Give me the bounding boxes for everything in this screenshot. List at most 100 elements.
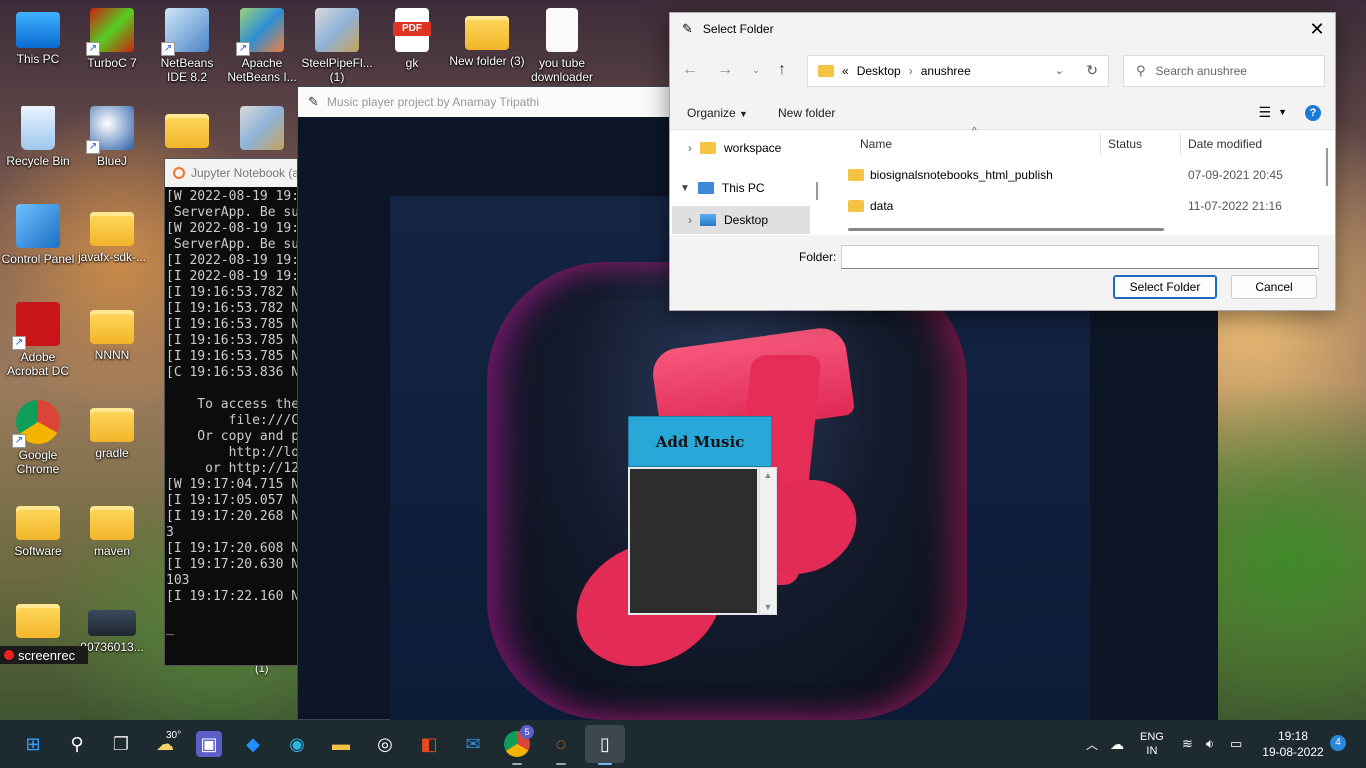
close-icon[interactable]: ✕ <box>1307 19 1327 39</box>
up-arrow-icon[interactable]: ↑ <box>778 61 786 79</box>
tray-overflow-chevron-icon[interactable]: ︿ <box>1086 720 1098 768</box>
new-folder-button[interactable]: New folder <box>778 106 835 120</box>
start-windows-icon[interactable]: ⊞ <box>20 731 46 757</box>
refresh-icon[interactable]: ↻ <box>1086 62 1098 79</box>
jupyter-icon[interactable]: ◌ <box>548 731 574 757</box>
scroll-up-icon[interactable]: ▲ <box>760 470 776 480</box>
battery-icon[interactable]: ▭ <box>1230 720 1242 768</box>
recent-locations-chevron-icon[interactable]: ⌄ <box>752 65 760 76</box>
system-clock[interactable]: 19:18 19-08-2022 <box>1262 728 1324 760</box>
desktop-icon-new-folder-3[interactable]: New folder (3) <box>449 8 525 68</box>
chevron-right-icon[interactable]: › <box>688 141 692 155</box>
language-indicator[interactable]: ENG IN <box>1140 720 1164 768</box>
terminal-line: [W 2022-08-19 19: <box>166 189 300 204</box>
tree-item-desktop[interactable]: › Desktop <box>672 206 810 234</box>
chrome-icon[interactable]: 5 <box>504 725 534 757</box>
notification-count-badge[interactable]: 4 <box>1330 735 1346 751</box>
file-row[interactable]: biosignalsnotebooks_html_publish 07-09-2… <box>828 161 1335 189</box>
tree-item-label: This PC <box>721 181 765 195</box>
acrobat-icon <box>12 302 60 350</box>
player-titlebar[interactable]: ✎ Music player project by Anamay Tripath… <box>298 87 686 117</box>
column-header-status[interactable]: Status <box>1108 130 1142 158</box>
select-folder-dialog[interactable]: ✎ Select Folder ✕ ← → ⌄ ↑ « Desktop › an… <box>669 12 1336 311</box>
network-off-icon[interactable]: ☁ <box>1110 720 1124 768</box>
desktop-icon-gradle[interactable]: gradle <box>74 400 150 460</box>
column-header-date-modified[interactable]: Date modified <box>1188 130 1262 158</box>
mail-icon[interactable]: ✉ <box>460 731 486 757</box>
dropbox-icon[interactable]: ◆ <box>240 731 266 757</box>
volume-icon[interactable]: 🔉︎ <box>1206 720 1214 768</box>
file-list: ^ Name Status Date modified biosignalsno… <box>828 126 1335 236</box>
edge-icon[interactable]: ◉ <box>284 731 310 757</box>
office-icon[interactable]: ◧ <box>416 731 442 757</box>
player-title: Music player project by Anamay Tripathi <box>326 95 539 109</box>
desktop-icon-maven[interactable]: maven <box>74 498 150 558</box>
dialog-titlebar[interactable]: ✎ Select Folder <box>670 13 1335 45</box>
navigation-pane-scrollbar[interactable] <box>816 182 818 200</box>
jupyter-titlebar[interactable]: Jupyter Notebook (a <box>165 159 303 187</box>
forward-arrow-icon[interactable]: → <box>717 61 733 79</box>
add-music-button[interactable]: Add Music <box>628 416 772 467</box>
select-folder-button[interactable]: Select Folder <box>1113 275 1217 299</box>
teams-chat-icon[interactable]: ▣ <box>196 731 222 757</box>
github-icon[interactable]: ◎ <box>372 731 398 757</box>
address-bar[interactable]: « Desktop › anushree ⌄ ↻ <box>807 55 1109 87</box>
chevron-down-icon[interactable]: ▼ <box>1278 107 1287 117</box>
desktop-icon-turboc[interactable]: TurboC 7 <box>74 8 150 70</box>
weather-icon[interactable]: ☁ 30° <box>152 730 181 757</box>
desktop-icon-apache-netbeans[interactable]: Apache NetBeans I... <box>224 8 300 84</box>
desktop-icon-control-panel[interactable]: Control Panel <box>0 204 76 266</box>
screenrec-badge[interactable]: screenrec <box>0 646 88 664</box>
playlist-listbox[interactable] <box>628 467 759 615</box>
desktop-icon-adobe-acrobat[interactable]: Adobe Acrobat DC <box>0 302 76 378</box>
chevron-down-icon[interactable]: ▼ <box>680 183 690 194</box>
desktop-icon-software[interactable]: Software <box>0 498 76 558</box>
desktop-icon-gk[interactable]: PDF gk <box>374 8 450 70</box>
desktop-icon-folder-partial[interactable] <box>149 106 225 152</box>
folder-input[interactable] <box>841 245 1319 269</box>
organize-menu[interactable]: Organize ▼ <box>687 106 748 120</box>
desktop-icon-javafx[interactable]: javafx-sdk-... <box>74 204 150 264</box>
column-divider[interactable] <box>1180 132 1181 156</box>
cancel-button[interactable]: Cancel <box>1231 275 1317 299</box>
scroll-down-icon[interactable]: ▼ <box>760 602 776 612</box>
help-icon[interactable]: ? <box>1305 105 1321 121</box>
desktop-icon-recycle-bin[interactable]: Recycle Bin <box>0 106 76 168</box>
tree-item-this-pc[interactable]: ▼ This PC <box>672 174 810 202</box>
desktop-icon-steelpipe[interactable]: SteelPipeFl... (1) <box>299 8 375 84</box>
file-list-horizontal-scrollbar[interactable] <box>848 228 1164 231</box>
column-divider[interactable] <box>1100 132 1101 156</box>
view-options-icon[interactable]: ☰ <box>1258 104 1271 121</box>
column-header-name[interactable]: Name <box>860 130 892 158</box>
desktop-icon-package-partial[interactable] <box>224 106 300 154</box>
chevron-right-icon[interactable]: › <box>688 213 692 227</box>
desktop-icon-netbeans[interactable]: NetBeans IDE 8.2 <box>149 8 225 84</box>
tree-item-workspace[interactable]: › workspace <box>672 134 810 162</box>
task-view-icon[interactable]: ❐ <box>108 731 134 757</box>
clock-time: 19:18 <box>1277 729 1309 743</box>
search-icon[interactable]: ⚲ <box>64 731 90 757</box>
terminal-line: ServerApp. Be su <box>166 205 300 220</box>
playlist-scrollbar[interactable]: ▲ ▼ <box>759 467 777 615</box>
desktop-icon-youtube-downloader[interactable]: you tube downloader <box>524 8 600 84</box>
wifi-icon[interactable]: ≋ <box>1182 720 1193 768</box>
search-box[interactable]: ⚲ Search anushree <box>1123 55 1325 87</box>
file-list-vertical-scrollbar[interactable] <box>1326 148 1328 186</box>
breadcrumb-desktop[interactable]: Desktop <box>857 64 901 78</box>
back-arrow-icon[interactable]: ← <box>682 61 698 79</box>
python-tk-icon[interactable]: ▯ <box>592 731 618 757</box>
file-row[interactable]: data 11-07-2022 21:16 <box>828 192 1335 220</box>
jupyter-console-window[interactable]: Jupyter Notebook (a [W 2022-08-19 19: Se… <box>164 158 304 666</box>
active-indicator <box>598 763 612 765</box>
language-code: ENG <box>1140 731 1164 743</box>
chevron-down-icon[interactable]: ⌄ <box>1055 64 1064 77</box>
desktop-icon-nnnn[interactable]: NNNN <box>74 302 150 362</box>
file-explorer-icon[interactable]: ▬ <box>328 731 354 757</box>
desktop-icon-google-chrome[interactable]: Google Chrome <box>0 400 76 476</box>
breadcrumb-overflow[interactable]: « <box>842 64 849 78</box>
bluej-bird-icon <box>86 106 134 154</box>
breadcrumb-anushree[interactable]: anushree <box>921 64 971 78</box>
desktop-icon-bluej[interactable]: BlueJ <box>74 106 150 168</box>
desktop-icon-this-pc[interactable]: This PC <box>0 8 76 66</box>
desktop-icon-folder-bottom[interactable] <box>0 596 76 642</box>
